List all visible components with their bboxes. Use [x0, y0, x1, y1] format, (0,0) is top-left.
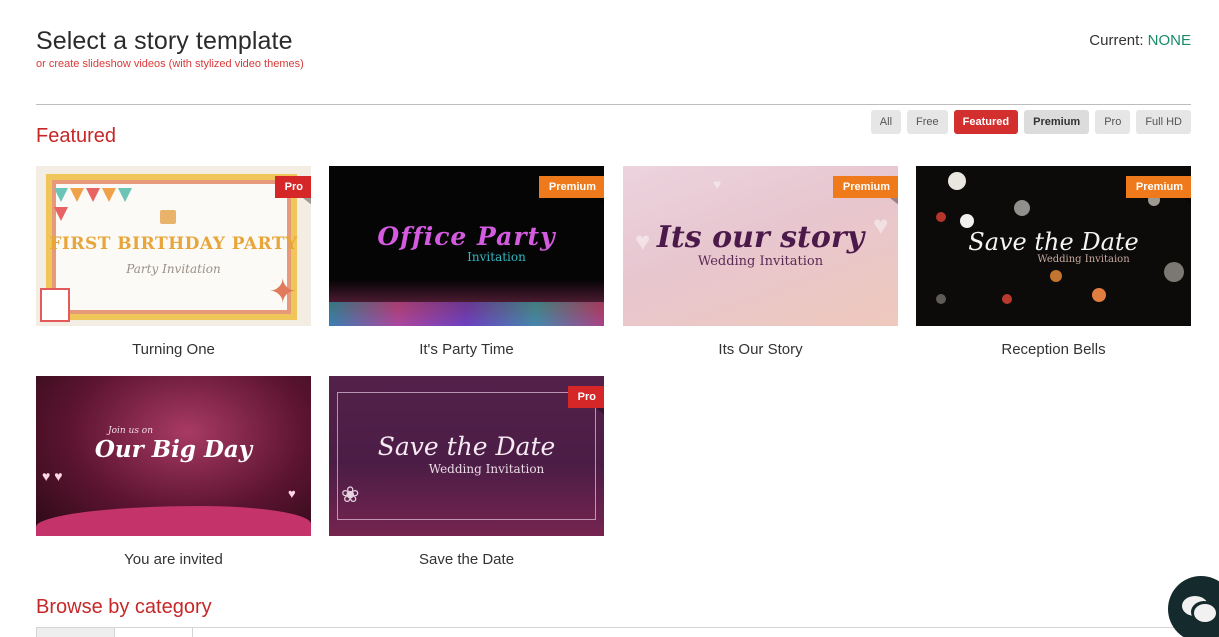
filter-bar: All Free Featured Premium Pro Full HD [870, 110, 1191, 134]
template-thumbnail[interactable]: Save the Date Wedding Invitaion Premium [916, 166, 1191, 326]
thumbnail-pretitle: Join us on [107, 426, 154, 436]
bokeh-light [1092, 288, 1106, 302]
template-picker-page: Select a story template or create slides… [0, 0, 1219, 637]
filter-featured[interactable]: Featured [953, 110, 1019, 134]
heart-icon: ♥ ♥ [42, 468, 63, 484]
category-tab[interactable] [192, 628, 270, 637]
template-card-turning-one[interactable]: FIRST BIRTHDAY PARTY Party Invitation ✦ … [36, 166, 311, 358]
thumbnail-title: Save the Date [377, 432, 556, 461]
premium-badge: Premium [538, 176, 604, 206]
star-icon: ✦ [268, 273, 298, 311]
template-thumbnail[interactable]: ♥ ♥ ♥ Its our story Wedding Invitation P… [623, 166, 898, 326]
current-label: Current: [1089, 32, 1148, 49]
thumbnail-title: Its our story [656, 220, 865, 255]
category-tab[interactable] [36, 628, 114, 637]
page-title: Select a story template [36, 27, 293, 55]
filter-premium[interactable]: Premium [1024, 110, 1090, 134]
chat-bubble-icon [1194, 604, 1216, 622]
gift-icon [40, 288, 70, 322]
bokeh-light [1050, 270, 1062, 282]
thumbnail-subtitle: Wedding Invitation [428, 462, 545, 476]
template-name[interactable]: Reception Bells [916, 341, 1191, 358]
template-thumbnail[interactable]: Save the Date Wedding Invitation ❀ Pro [329, 376, 604, 536]
chat-widget-button[interactable] [1168, 576, 1219, 637]
premium-badge: Premium [832, 176, 898, 206]
header-divider [36, 104, 1191, 105]
template-name[interactable]: Turning One [36, 341, 311, 358]
template-thumbnail[interactable]: Join us on Our Big Day ♥ ♥ ♥ [36, 376, 311, 536]
bokeh-light [960, 214, 974, 228]
thumbnail-title: Our Big Day [94, 436, 253, 463]
filter-pro[interactable]: Pro [1095, 110, 1131, 134]
template-name[interactable]: Its Our Story [623, 341, 898, 358]
cake-icon [160, 210, 176, 224]
thumbnail-title: Save the Date [968, 228, 1139, 256]
template-thumbnail[interactable]: Office Party Invitation Premium [329, 166, 604, 326]
template-thumbnail[interactable]: FIRST BIRTHDAY PARTY Party Invitation ✦ … [36, 166, 311, 326]
featured-heading: Featured [36, 125, 117, 147]
heart-icon: ♥ [713, 176, 722, 192]
template-card-you-are-invited[interactable]: Join us on Our Big Day ♥ ♥ ♥ You are inv… [36, 376, 311, 568]
sound-wave-decoration [329, 302, 604, 326]
filter-all[interactable]: All [870, 110, 902, 134]
bokeh-light [1164, 262, 1184, 282]
filter-free[interactable]: Free [907, 110, 948, 134]
pro-badge: Pro [274, 176, 311, 206]
current-template-status: Current: NONE [1089, 32, 1191, 49]
template-card-our-story[interactable]: ♥ ♥ ♥ Its our story Wedding Invitation P… [623, 166, 898, 358]
flower-icon: ❀ [341, 482, 360, 507]
ground-decoration [36, 506, 311, 536]
bokeh-light [936, 212, 946, 222]
category-tab[interactable] [114, 628, 192, 637]
thumbnail-title: FIRST BIRTHDAY PARTY [49, 234, 298, 254]
bokeh-light [1002, 294, 1012, 304]
current-value: NONE [1147, 32, 1191, 49]
template-name[interactable]: Save the Date [329, 551, 604, 568]
heart-icon: ♥ [288, 486, 296, 501]
category-tabs [36, 627, 1191, 637]
template-card-reception-bells[interactable]: Save the Date Wedding Invitaion Premium … [916, 166, 1191, 358]
pro-badge: Pro [567, 386, 604, 416]
premium-badge: Premium [1125, 176, 1191, 206]
template-card-save-the-date[interactable]: Save the Date Wedding Invitation ❀ Pro S… [329, 376, 604, 568]
bokeh-light [948, 172, 966, 190]
thumbnail-subtitle: Invitation [467, 250, 526, 264]
filter-full-hd[interactable]: Full HD [1136, 110, 1191, 134]
bokeh-light [1014, 200, 1030, 216]
thumbnail-subtitle: Wedding Invitaion [1037, 254, 1130, 265]
template-name[interactable]: You are invited [36, 551, 311, 568]
thumbnail-subtitle: Wedding Invitation [697, 254, 824, 269]
bunting-decoration [54, 188, 144, 221]
page-subtitle: or create slideshow videos (with stylize… [36, 58, 304, 70]
template-name[interactable]: It's Party Time [329, 341, 604, 358]
browse-heading: Browse by category [36, 596, 212, 618]
bokeh-light [936, 294, 946, 304]
template-card-party-time[interactable]: Office Party Invitation Premium It's Par… [329, 166, 604, 358]
thumbnail-title: Office Party [377, 222, 556, 251]
